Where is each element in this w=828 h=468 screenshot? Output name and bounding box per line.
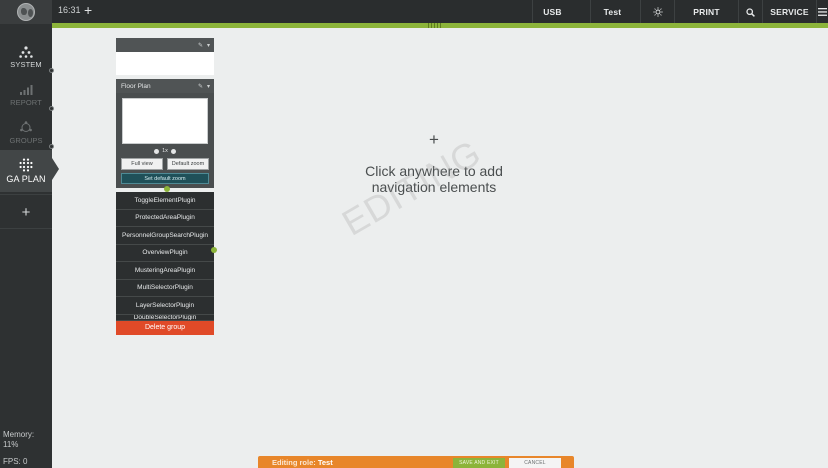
zoom-in-icon[interactable] <box>170 148 176 154</box>
group-header[interactable]: ✎ ▾ <box>116 38 214 52</box>
plugin-item[interactable]: ToggleElementPlugin <box>116 192 214 210</box>
memory-label: Memory: <box>3 430 35 439</box>
set-default-zoom-button[interactable]: Set default zoom <box>121 173 209 184</box>
search-icon <box>746 7 755 17</box>
zoom-out-icon[interactable] <box>154 148 160 154</box>
plugin-item[interactable]: ProtectedAreaPlugin <box>116 209 214 227</box>
role-prefix: Editing role: <box>272 458 316 467</box>
group-content <box>116 52 214 75</box>
menu-button[interactable] <box>816 0 828 24</box>
logo[interactable] <box>0 0 52 24</box>
edit-mode-strip <box>52 23 828 28</box>
plugin-item[interactable]: DoubleSelectorPlugin <box>116 314 214 321</box>
usb-button[interactable]: USB <box>532 0 572 24</box>
role-test-button[interactable]: Test <box>590 0 634 24</box>
add-menu-button[interactable]: + <box>0 202 52 226</box>
sidebar-item-ga-plan[interactable]: GA PLAN <box>0 150 59 192</box>
edit-pencil-icon[interactable]: ✎ <box>198 83 203 90</box>
handle-icon <box>49 68 54 73</box>
cancel-button[interactable]: CANCEL <box>509 458 561 468</box>
navigation-group-panel: ✎ ▾ Floor Plan ✎ ▾ 1x Full view Default … <box>116 38 217 335</box>
plugin-item[interactable]: MusteringAreaPlugin <box>116 262 214 280</box>
drag-grip-icon[interactable] <box>428 23 442 28</box>
groups-icon <box>20 121 32 132</box>
handle-icon <box>49 144 54 149</box>
plugin-item[interactable]: PersonnelGroupSearchPlugin <box>116 227 214 245</box>
sidebar-item-label: SYSTEM <box>10 59 42 69</box>
system-tree-icon <box>19 45 33 58</box>
save-and-exit-button[interactable]: SAVE AND EXIT <box>453 458 505 468</box>
brightness-button[interactable] <box>640 0 674 24</box>
role-name: Test <box>317 458 333 467</box>
print-label: PRINT <box>693 7 720 17</box>
service-label: SERVICE <box>770 7 809 17</box>
editing-role-text: Editing role: Test <box>272 458 333 467</box>
default-zoom-button[interactable]: Default zoom <box>167 158 209 170</box>
sidebar-item-label: GROUPS <box>9 136 43 145</box>
connector-dot-icon[interactable] <box>211 247 217 253</box>
sun-icon <box>652 7 663 17</box>
service-button[interactable]: SERVICE <box>762 0 816 24</box>
floor-plan-header[interactable]: Floor Plan ✎ ▾ <box>116 79 214 93</box>
floor-plan-preview[interactable] <box>122 98 208 144</box>
chevron-down-icon[interactable]: ▾ <box>207 42 210 49</box>
divider <box>0 194 52 195</box>
clock: 16:31 <box>58 5 81 15</box>
add-tab-button[interactable]: + <box>84 2 92 18</box>
usb-label: USB <box>543 7 562 17</box>
zoom-indicator: 1x <box>121 148 209 154</box>
bar-chart-icon <box>20 84 33 95</box>
grid-dots-icon <box>19 158 33 172</box>
connector-dot-icon[interactable] <box>164 186 170 192</box>
hamburger-menu-icon <box>818 8 827 16</box>
memory-value: 11% <box>3 440 19 449</box>
floor-plan-widget: 1x Full view Default zoom Set default zo… <box>116 93 214 188</box>
floor-plan-title: Floor Plan <box>121 82 151 90</box>
sidebar-item-groups[interactable]: GROUPS <box>0 114 54 152</box>
divider <box>0 228 52 229</box>
full-view-button[interactable]: Full view <box>121 158 163 170</box>
globe-icon <box>17 3 35 21</box>
print-button[interactable]: PRINT <box>674 0 738 24</box>
plugin-item[interactable]: LayerSelectorPlugin <box>116 297 214 315</box>
fps-counter: FPS: 0 <box>3 457 28 466</box>
sidebar-item-system[interactable]: SYSTEM <box>0 38 54 76</box>
sidebar-item-label: REPORT <box>10 97 42 107</box>
sidebar: SYSTEM REPORT GROUPS GA PLAN + Memory: 1… <box>0 24 59 468</box>
editing-bar: Editing role: Test SAVE AND EXIT CANCEL <box>258 456 574 468</box>
sidebar-item-report[interactable]: REPORT <box>0 76 54 114</box>
plugin-item[interactable]: OverviewPlugin <box>116 244 214 262</box>
delete-group-button[interactable]: Delete group <box>116 320 214 335</box>
search-button[interactable] <box>738 0 762 24</box>
sidebar-item-label: GA PLAN <box>6 174 46 184</box>
top-bar: 16:31 + USB Test PRINT SERVICE <box>0 0 828 24</box>
edit-pencil-icon[interactable]: ✎ <box>198 42 203 49</box>
handle-icon <box>49 106 54 111</box>
plugin-item[interactable]: MultiSelectorPlugin <box>116 279 214 297</box>
plugin-list: ToggleElementPlugin ProtectedAreaPlugin … <box>116 186 217 321</box>
zoom-level: 1x <box>162 148 168 154</box>
chevron-down-icon[interactable]: ▾ <box>207 83 210 90</box>
role-label: Test <box>603 7 622 17</box>
